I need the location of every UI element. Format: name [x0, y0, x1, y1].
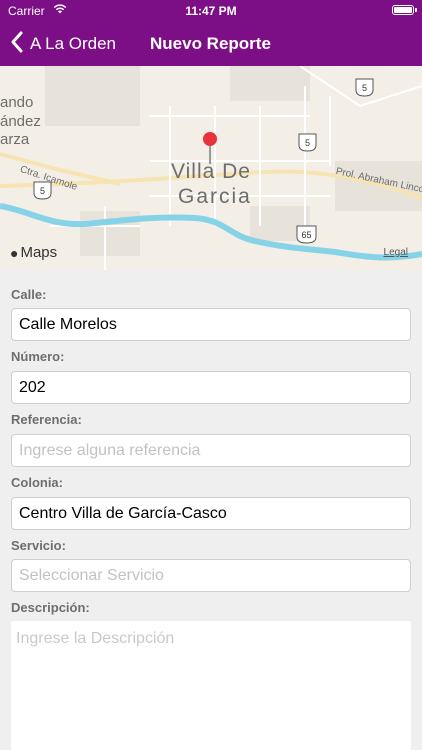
- status-bar: Carrier 11:47 PM: [0, 0, 422, 22]
- route-label: 5: [40, 186, 45, 196]
- maps-attribution[interactable]: ● Maps: [10, 244, 57, 261]
- numero-label: Número:: [11, 349, 65, 364]
- descripcion-label: Descripción:: [11, 600, 90, 615]
- page-title: Nuevo Reporte: [150, 34, 271, 53]
- clock: 11:47 PM: [185, 4, 237, 18]
- back-button-label: A La Orden: [30, 34, 117, 53]
- map-place-label: arza: [0, 131, 30, 148]
- navigation-bar: A La Orden Nuevo Reporte: [0, 22, 422, 66]
- apple-logo-icon: ●: [10, 244, 19, 261]
- calle-field[interactable]: Calle Morelos: [11, 308, 411, 341]
- referencia-field[interactable]: Ingrese alguna referencia: [11, 434, 411, 467]
- servicio-label: Servicio:: [11, 538, 66, 553]
- route-label: 5: [362, 83, 367, 93]
- chevron-left-icon: [10, 31, 24, 58]
- route-label: 5: [305, 138, 310, 148]
- referencia-label: Referencia:: [11, 412, 82, 427]
- route-label: 65: [301, 230, 311, 240]
- map-place-label: ández: [0, 113, 41, 130]
- descripcion-textarea[interactable]: Ingrese la Descripción: [11, 621, 411, 750]
- map-city-label: Garcia: [178, 185, 252, 208]
- calle-label: Calle:: [11, 287, 47, 302]
- back-button[interactable]: A La Orden: [10, 30, 116, 58]
- map-place-label: ando: [0, 94, 34, 111]
- numero-field[interactable]: 202: [11, 371, 411, 404]
- legal-link[interactable]: Legal: [384, 247, 408, 258]
- map-view[interactable]: 5 5 5 65 ando ández arza Villa De Garcia…: [0, 66, 422, 270]
- location-pin-icon: [203, 132, 217, 146]
- battery-icon: [392, 5, 417, 15]
- colonia-field[interactable]: Centro Villa de García-Casco: [11, 497, 411, 530]
- top-bar: Carrier 11:47 PM A La Orden Nuevo Report…: [0, 0, 422, 66]
- colonia-label: Colonia:: [11, 475, 63, 490]
- servicio-select[interactable]: Seleccionar Servicio: [11, 559, 411, 592]
- map-city-label: Villa De: [171, 160, 251, 183]
